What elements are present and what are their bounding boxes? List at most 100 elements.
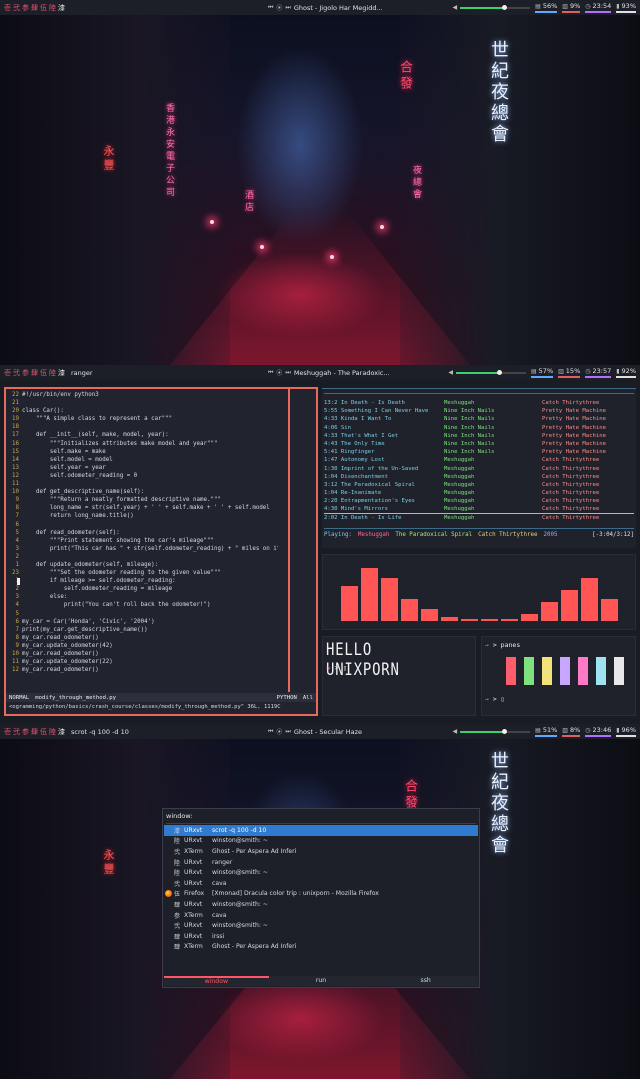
volume-slider[interactable]: ◀ — [448, 369, 526, 376]
code-line[interactable]: 18 — [6, 423, 278, 431]
track-row[interactable]: 4:43 The Only Time Nine Inch Nails Pretty … — [324, 440, 634, 448]
code-line[interactable]: 23 """Set the odometer reading to the gi… — [6, 569, 278, 577]
code-line[interactable]: 2 self.odometer_reading = mileage — [6, 585, 278, 593]
track-row[interactable]: 4:33 That's What I Get Nine Inch Nails Pre… — [324, 432, 634, 440]
window-switcher[interactable]: window: 漆 URxvt scrot -q 100 -d 10 陸 URxvt wi… — [162, 808, 480, 988]
track-row[interactable]: 3:12 The Paradoxical Spiral Meshuggah Catc… — [324, 481, 634, 489]
volume-slider[interactable]: ◀ — [453, 4, 531, 11]
code-line[interactable]: 16 """Initializes attributes make model … — [6, 440, 278, 448]
mode-tab-run[interactable]: run — [268, 976, 374, 986]
code-line[interactable]: 1 if mileage >= self.odometer_reading: — [6, 577, 278, 585]
code-line[interactable]: 22 #!/usr/bin/env python3 — [6, 391, 278, 399]
track-title: 5:55 Something I Can Never Have — [324, 408, 429, 415]
next-icon[interactable]: ⏭ — [285, 4, 290, 12]
window-list-item[interactable]: 陸 URxvt ranger — [164, 857, 478, 868]
code-line[interactable]: 7 print(my_car.get_descriptive_name()) — [6, 626, 278, 634]
code-line[interactable]: 14 self.model = model — [6, 456, 278, 464]
code-line[interactable]: 19 """A simple class to represent a car"… — [6, 415, 278, 423]
mode-tab-window[interactable]: window — [164, 976, 269, 986]
code-line[interactable]: 4 """Print statement showing the car's m… — [6, 537, 278, 545]
code-line[interactable]: 6 my_car = Car('Honda', 'Civic', '2004') — [6, 618, 278, 626]
window-list-item[interactable]: 肆 URxvt winston@smith: ~ — [164, 899, 478, 910]
track-row[interactable]: 13:2 In Death - Is Death Meshuggah Catch T… — [324, 399, 634, 407]
song-title: Ghost - Secular Haze — [293, 727, 363, 736]
workspace-list[interactable]: 壱弐参肆伍陸漆 — [4, 3, 65, 13]
code-line[interactable]: 4 print("You can't roll back the odomete… — [6, 601, 278, 609]
play-pause-icon[interactable]: ⦿ — [276, 727, 282, 736]
previous-icon[interactable]: ⏮ — [268, 4, 273, 12]
code-line[interactable]: 8 my_car.read_odometer() — [6, 634, 278, 642]
code-line[interactable]: 7 return long_name.title() — [6, 512, 278, 520]
code-line[interactable]: 21 — [6, 399, 278, 407]
mode-tabs[interactable]: window run ssh — [164, 976, 479, 986]
track-row[interactable]: 1:04 Disenchantment Meshuggah Catch Thirty… — [324, 473, 634, 481]
window-list-item[interactable]: 伍 Firefox [Xmonad] Dracula color trip : un… — [164, 889, 478, 900]
mode-tab-ssh[interactable]: ssh — [373, 976, 479, 986]
track-row[interactable]: 2:20 Entrapmentation's Eyes Meshuggah Catc… — [324, 497, 634, 505]
window-list-item[interactable]: 弐 URxvt winston@smith: ~ — [164, 920, 478, 931]
next-icon[interactable]: ⏭ — [285, 369, 290, 377]
media-player[interactable]: ⏮ ⦿ ⏭ Ghost - Secular Haze — [268, 727, 363, 737]
track-row[interactable]: 4:33 Kinda I Want To Nine Inch Nails Prett… — [324, 415, 634, 423]
code-buffer[interactable]: 22 #!/usr/bin/env python3 21 20 class Car():… — [6, 391, 278, 692]
code-line[interactable]: 3 print("This car has " + str(self.odome… — [6, 545, 279, 553]
code-line[interactable]: 3 else: — [6, 593, 278, 601]
shell-prompt[interactable]: → > ▯ — [326, 664, 347, 672]
track-row[interactable]: 1:47 Autonomy Lost Meshuggah Catch Thirtyt… — [324, 456, 634, 464]
media-player[interactable]: ⏮ ⦿ ⏭ Meshuggah - The Paradoxic... — [268, 368, 390, 378]
window-list-item[interactable]: 肆 URxvt irssi — [164, 931, 478, 942]
line-text: """A simple class to represent a car""" — [22, 416, 173, 423]
track-row[interactable]: 4:30 Mind's Mirrors Meshuggah Catch Thirty… — [324, 505, 634, 514]
shell-prompt[interactable]: → > ▯ — [485, 695, 505, 703]
code-line[interactable]: 8 long_name = str(self.year) + ' ' + sel… — [6, 504, 278, 512]
code-line[interactable]: 5 — [6, 610, 278, 618]
code-line[interactable]: 6 — [6, 521, 278, 529]
code-line[interactable]: 12 my_car.read_odometer() — [6, 666, 278, 674]
search-input[interactable]: window: — [166, 812, 193, 820]
track-row[interactable]: 5:41 Ringfinger Nine Inch Nails Pretty Hat… — [324, 448, 634, 456]
ncmpcpp-playlist[interactable]: 13:2 In Death - Is Death Meshuggah Catch T… — [322, 388, 636, 548]
line-number: 8 — [15, 634, 20, 641]
window-list-item[interactable]: 弐 XTerm Ghost - Per Aspera Ad Inferi — [164, 846, 478, 857]
code-line[interactable]: 13 self.year = year — [6, 464, 278, 472]
code-line[interactable]: 11 my_car.update_odometer(22) — [6, 658, 278, 666]
play-pause-icon[interactable]: ⦿ — [276, 3, 282, 12]
code-line[interactable]: 10 my_car.read_odometer() — [6, 650, 278, 658]
code-line[interactable]: 10 def get_descriptive_name(self): — [6, 488, 278, 496]
code-line[interactable]: 9 """Return a neatly formatted descripti… — [6, 496, 278, 504]
play-pause-icon[interactable]: ⦿ — [276, 368, 282, 377]
terminal-panes[interactable]: → > panes → > ▯ — [481, 636, 636, 716]
window-list-item[interactable]: 陸 URxvt winston@smith: ~ — [164, 836, 478, 847]
track-row[interactable]: 4:06 Sin Nine Inch Nails Pretty Hate Machi… — [324, 424, 634, 432]
code-line[interactable]: 9 my_car.update_odometer(42) — [6, 642, 278, 650]
track-row[interactable]: 2:02 In Death - Is Life Meshuggah Catch Th… — [324, 514, 634, 522]
code-line[interactable]: 17 def __init__(self, make, model, year)… — [6, 431, 278, 439]
track-row[interactable]: 1:30 Imprint of the Un-Saved Meshuggah Cat… — [324, 465, 634, 473]
code-line[interactable]: 11 — [6, 480, 278, 488]
vim-editor[interactable]: 22 #!/usr/bin/env python3 21 20 class Car():… — [4, 387, 318, 716]
workspace-list[interactable]: 壱弐参肆伍陸漆 — [4, 727, 65, 737]
previous-icon[interactable]: ⏮ — [268, 728, 273, 736]
workspace-list[interactable]: 壱弐参肆伍陸漆 — [4, 368, 65, 378]
vim-cmdline[interactable]: <ogramming/python/basics/crash_course/cl… — [6, 703, 316, 712]
previous-icon[interactable]: ⏮ — [268, 369, 273, 377]
code-line[interactable]: 2 — [6, 553, 278, 561]
window-list-item[interactable]: 参 XTerm cava — [164, 910, 478, 921]
next-icon[interactable]: ⏭ — [285, 728, 290, 736]
track-row[interactable]: 5:55 Something I Can Never Have Nine Inch… — [324, 407, 634, 415]
code-line[interactable]: 20 class Car(): — [6, 407, 278, 415]
code-line[interactable]: 5 def read_odometer(self): — [6, 529, 278, 537]
code-line[interactable]: 15 self.make = make — [6, 448, 278, 456]
terminal-hello[interactable]: HELLO UNIXPORN → > ▯ — [322, 636, 476, 716]
window-list-item[interactable]: 弐 URxvt cava — [164, 878, 478, 889]
track-list[interactable]: 13:2 In Death - Is Death Meshuggah Catch T… — [324, 399, 634, 522]
window-list-item[interactable]: 漆 URxvt scrot -q 100 -d 10 — [164, 825, 478, 836]
window-list[interactable]: 漆 URxvt scrot -q 100 -d 10 陸 URxvt winston@sm… — [164, 825, 478, 952]
code-line[interactable]: 12 self.odometer_reading = 0 — [6, 472, 278, 480]
window-list-item[interactable]: 陸 URxvt winston@smith: ~ — [164, 867, 478, 878]
track-row[interactable]: 1:04 Re-Inanimate Meshuggah Catch Thirtyth… — [324, 489, 634, 497]
volume-slider[interactable]: ◀ — [453, 728, 531, 735]
window-list-item[interactable]: 肆 XTerm Ghost - Per Aspera Ad Inferi — [164, 942, 478, 953]
code-line[interactable]: 1 def update_odometer(self, mileage): — [6, 561, 278, 569]
media-player[interactable]: ⏮ ⦿ ⏭ Ghost - Jigolo Har Megidd... — [268, 3, 383, 13]
